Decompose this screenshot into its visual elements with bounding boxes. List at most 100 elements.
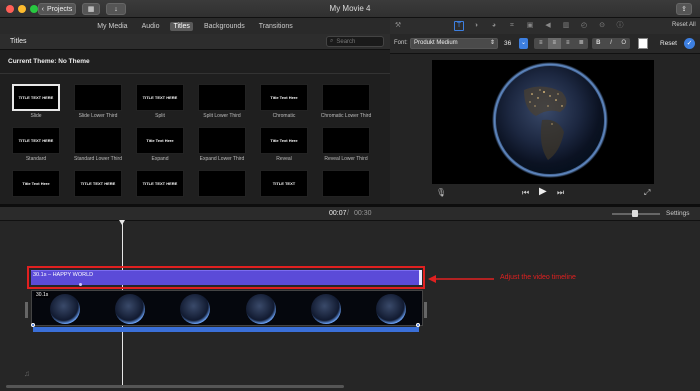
chevron-down-icon: ⌄ bbox=[520, 40, 527, 46]
font-size-dropdown[interactable]: ⌄ bbox=[519, 38, 528, 49]
tab-my-media[interactable]: My Media bbox=[94, 22, 130, 31]
video-clip-right-handle[interactable] bbox=[424, 302, 427, 318]
preview-viewer: 🎙 ⏮ ▶ ⏭ ⤢ bbox=[390, 54, 700, 204]
title-thumbnail[interactable] bbox=[322, 127, 370, 154]
title-thumbnail[interactable]: TITLE TEXT HERE bbox=[12, 127, 60, 154]
skip-back-icon[interactable]: ⏮ bbox=[522, 188, 529, 198]
timeline-scrollbar[interactable] bbox=[6, 385, 344, 388]
playhead-handle[interactable] bbox=[119, 220, 125, 225]
audio-keyframe-left[interactable] bbox=[31, 323, 35, 327]
alignment-segment: ≡ ≡ ≡ ≣ bbox=[534, 38, 588, 49]
title-tile[interactable]: Title Text Here Chromatic bbox=[256, 84, 312, 125]
title-tile[interactable]: TITLE TEXT HERE Slide bbox=[8, 84, 64, 125]
title-thumbnail[interactable] bbox=[198, 84, 246, 111]
title-thumbnail[interactable]: Title Text Here bbox=[12, 170, 60, 197]
title-thumbnail[interactable]: Title Text Here bbox=[260, 84, 308, 111]
title-thumbnail[interactable]: TITLE TEXT HERE bbox=[136, 84, 184, 111]
title-tile[interactable]: Title Text Here Reveal bbox=[256, 127, 312, 168]
share-button[interactable]: ⇪ bbox=[676, 3, 692, 15]
text-color-swatch[interactable] bbox=[638, 38, 648, 49]
magic-wand-icon[interactable]: ⚒ bbox=[394, 22, 402, 30]
font-size-value[interactable]: 36 bbox=[504, 40, 511, 47]
annotation-arrow bbox=[428, 275, 494, 283]
skip-forward-icon[interactable]: ⏭ bbox=[557, 188, 564, 198]
play-icon[interactable]: ▶ bbox=[539, 186, 547, 197]
color-balance-icon[interactable]: ◑ bbox=[472, 22, 480, 30]
title-clip[interactable]: 30.1s – HAPPY WORLD bbox=[31, 270, 421, 286]
align-justify-icon[interactable]: ≣ bbox=[575, 38, 589, 49]
align-center-icon[interactable]: ≡ bbox=[547, 38, 561, 49]
video-frame-thumbnail bbox=[97, 291, 163, 325]
title-tile[interactable]: Standard Lower Third bbox=[70, 127, 126, 168]
video-preview[interactable] bbox=[432, 60, 654, 184]
title-thumbnail[interactable]: TITLE TEXT bbox=[260, 170, 308, 197]
tab-backgrounds[interactable]: Backgrounds bbox=[201, 22, 248, 31]
tab-transitions[interactable]: Transitions bbox=[256, 22, 296, 31]
title-tile[interactable]: TITLE TEXT HERE Split bbox=[132, 84, 188, 125]
search-field[interactable]: ⌕ Search bbox=[326, 36, 384, 47]
annotation-label: Adjust the video timeline bbox=[500, 274, 576, 281]
video-frame-thumbnail bbox=[293, 291, 359, 325]
reset-all-button[interactable]: Reset All bbox=[672, 22, 696, 28]
title-tile[interactable]: Split Lower Third bbox=[194, 84, 250, 125]
filter-icon[interactable]: ⊙ bbox=[598, 22, 606, 30]
title-thumbnail[interactable]: TITLE TEXT HERE bbox=[136, 170, 184, 197]
bold-icon[interactable]: B bbox=[592, 38, 605, 49]
title-thumbnail[interactable] bbox=[74, 127, 122, 154]
audio-track[interactable] bbox=[33, 327, 419, 332]
audio-keyframe-right[interactable] bbox=[416, 323, 420, 327]
tab-audio[interactable]: Audio bbox=[139, 22, 163, 31]
title-tile-label: Chromatic Lower Third bbox=[320, 113, 372, 119]
info-icon[interactable]: ⓘ bbox=[616, 22, 624, 30]
title-thumbnail[interactable] bbox=[322, 84, 370, 111]
title-thumbnail[interactable]: Title Text Here bbox=[260, 127, 308, 154]
reset-button[interactable]: Reset bbox=[660, 40, 677, 47]
video-clip-left-handle[interactable] bbox=[25, 302, 28, 318]
title-thumbnail[interactable] bbox=[198, 170, 246, 197]
title-tile[interactable]: Chromatic Lower Third bbox=[318, 84, 374, 125]
titles-grid: TITLE TEXT HERE Slide Slide Lower Third TIT… bbox=[0, 74, 390, 211]
title-tile-label: Expand bbox=[151, 156, 169, 162]
align-right-icon[interactable]: ≡ bbox=[561, 38, 575, 49]
video-clip[interactable]: 30.1s bbox=[31, 290, 423, 326]
title-tile[interactable]: Title Text Here Expand bbox=[132, 127, 188, 168]
crop-icon[interactable]: ⌗ bbox=[508, 22, 516, 30]
title-tile[interactable]: Reveal Lower Third bbox=[318, 127, 374, 168]
title-thumbnail[interactable] bbox=[198, 127, 246, 154]
section-title: Titles bbox=[10, 38, 27, 45]
microphone-icon[interactable]: 🎙 bbox=[436, 188, 446, 197]
total-time: 00:30 bbox=[354, 210, 372, 217]
title-thumbnail[interactable]: TITLE TEXT HERE bbox=[74, 170, 122, 197]
zoom-slider[interactable] bbox=[612, 210, 660, 217]
title-thumbnail[interactable]: Title Text Here bbox=[136, 127, 184, 154]
title-thumbnail[interactable] bbox=[74, 84, 122, 111]
stabilization-icon[interactable]: ▣ bbox=[526, 22, 534, 30]
title-tile-label: Reveal bbox=[276, 156, 292, 162]
font-dropdown[interactable]: Produkt Medium ⇕ bbox=[410, 38, 498, 49]
title-text-icon[interactable]: T bbox=[454, 21, 464, 31]
title-thumbnail[interactable]: TITLE TEXT HERE bbox=[12, 84, 60, 111]
window-title: My Movie 4 bbox=[329, 4, 371, 13]
title-clip-right-handle[interactable] bbox=[419, 270, 422, 285]
align-left-icon[interactable]: ≡ bbox=[534, 38, 548, 49]
noise-reduction-icon[interactable]: ▥ bbox=[562, 22, 570, 30]
apply-checkmark-icon[interactable]: ✓ bbox=[684, 38, 695, 49]
video-frames bbox=[32, 291, 422, 325]
tab-titles[interactable]: Titles bbox=[170, 21, 193, 31]
color-correction-icon[interactable]: ◕ bbox=[490, 22, 498, 30]
italic-icon[interactable]: I bbox=[605, 38, 618, 49]
speed-icon[interactable]: ◴ bbox=[580, 22, 588, 30]
earth-image bbox=[492, 62, 608, 178]
volume-icon[interactable]: ◀ bbox=[544, 22, 552, 30]
font-name: Produkt Medium bbox=[414, 40, 458, 46]
title-tile[interactable]: TITLE TEXT HERE Standard bbox=[8, 127, 64, 168]
title-tile[interactable]: Slide Lower Third bbox=[70, 84, 126, 125]
title-thumbnail[interactable] bbox=[322, 170, 370, 197]
settings-button[interactable]: Settings bbox=[666, 210, 690, 217]
outline-icon[interactable]: O bbox=[617, 38, 630, 49]
fullscreen-icon[interactable]: ⤢ bbox=[644, 188, 650, 198]
search-icon: ⌕ bbox=[330, 38, 334, 44]
title-tile[interactable]: Expand Lower Third bbox=[194, 127, 250, 168]
current-theme-label: Current Theme: No Theme bbox=[0, 50, 390, 74]
zoom-slider-knob[interactable] bbox=[632, 210, 638, 217]
